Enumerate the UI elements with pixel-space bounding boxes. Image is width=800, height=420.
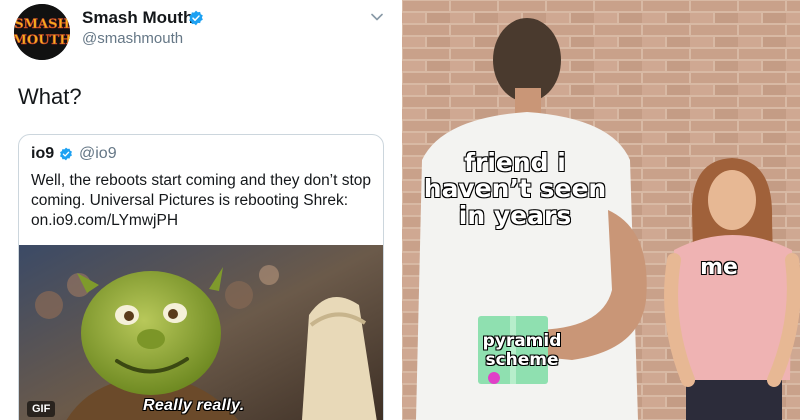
author-name[interactable]: Smash Mouth: [82, 8, 193, 28]
quoted-author-name[interactable]: io9: [31, 145, 54, 163]
gif-subtitle: Really really.: [143, 397, 245, 414]
quoted-tweet-card[interactable]: io9 @io9 Well, the reboots start coming …: [18, 134, 384, 420]
gif-badge: GIF: [27, 401, 56, 417]
quoted-tweet-text: Well, the reboots start coming and they …: [31, 172, 372, 229]
tweet-text: What?: [18, 84, 82, 109]
quoted-author-handle[interactable]: @io9: [79, 145, 117, 163]
verified-badge-icon: [60, 147, 72, 161]
meme-label-me: me: [699, 255, 738, 280]
chevron-down-icon[interactable]: [370, 10, 384, 24]
smash-mouth-logo: SMASH MOUTH: [14, 4, 70, 60]
svg-text:MOUTH: MOUTH: [14, 33, 70, 48]
meme-label-friend: friend i haven’t seen in years: [423, 148, 607, 230]
tweet-panel: SMASH MOUTH Smash Mouth @smashmouth What…: [0, 0, 400, 420]
svg-text:SMASH: SMASH: [14, 17, 70, 32]
shrek-gif-media[interactable]: [19, 245, 384, 420]
meme-label-gift: pyramid scheme: [482, 331, 562, 370]
meme-panel: friend i haven’t seen in years me pyrami…: [402, 0, 800, 420]
verified-badge-icon: [189, 10, 203, 26]
avatar[interactable]: SMASH MOUTH: [14, 4, 70, 60]
author-handle[interactable]: @smashmouth: [82, 30, 183, 47]
